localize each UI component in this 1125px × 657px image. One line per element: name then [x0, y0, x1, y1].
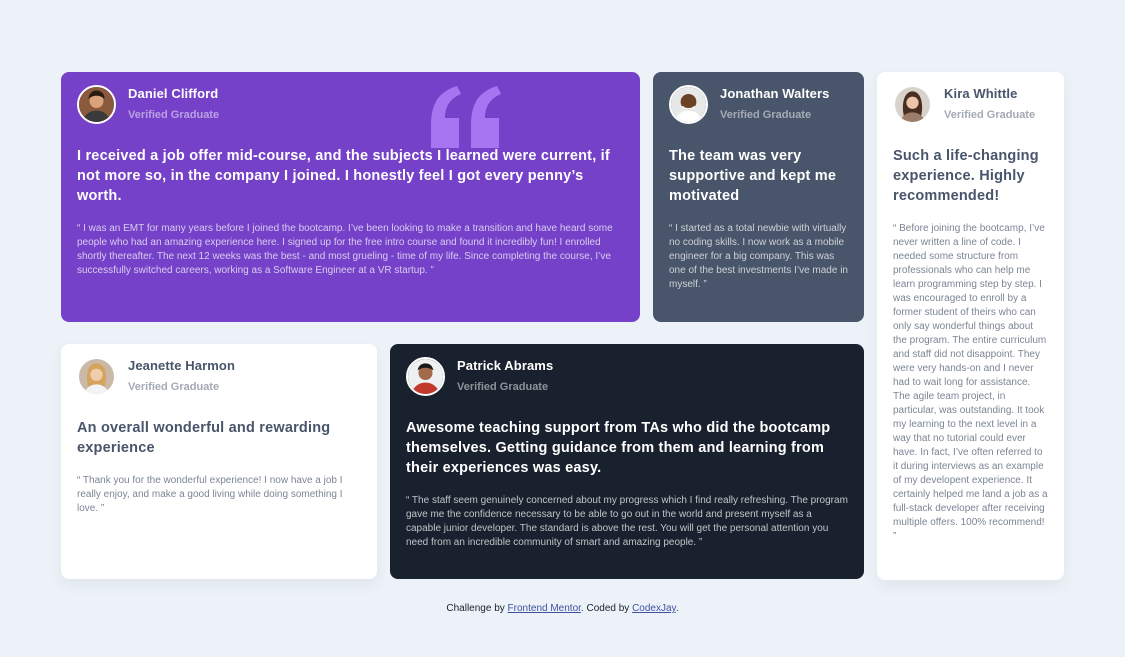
- testimonial-card-kira: Kira Whittle Verified Graduate Such a li…: [877, 72, 1064, 580]
- person-name: Jeanette Harmon: [128, 358, 235, 373]
- testimonial-headline: The team was very supportive and kept me…: [669, 148, 837, 204]
- person-title: Verified Graduate: [128, 381, 220, 393]
- person-name: Daniel Clifford: [128, 86, 219, 101]
- avatar-daniel-icon: [77, 85, 116, 124]
- attribution-footer: Challenge by Frontend Mentor. Coded by C…: [0, 603, 1125, 614]
- person-name: Kira Whittle: [944, 86, 1018, 101]
- testimonial-quote: “ I started as a total newbie with virtu…: [669, 223, 848, 290]
- card-header: Jeanette Harmon Verified Graduate: [77, 357, 361, 396]
- attribution-prefix: Challenge by: [446, 603, 508, 614]
- testimonial-card-jeanette: Jeanette Harmon Verified Graduate An ove…: [61, 344, 377, 579]
- card-header: Kira Whittle Verified Graduate: [893, 85, 1048, 124]
- testimonial-headline: I received a job offer mid-course, and t…: [77, 148, 610, 204]
- testimonial-card-daniel: Daniel Clifford Verified Graduate I rece…: [61, 72, 640, 322]
- person-name: Jonathan Walters: [720, 86, 830, 101]
- testimonial-headline: Such a life-changing experience. Highly …: [893, 148, 1039, 204]
- testimonial-quote: “ I was an EMT for many years before I j…: [77, 223, 613, 276]
- testimonial-quote: “ Before joining the bootcamp, I’ve neve…: [893, 223, 1048, 542]
- testimonial-card-patrick: Patrick Abrams Verified Graduate Awesome…: [390, 344, 864, 579]
- person-title: Verified Graduate: [720, 109, 812, 121]
- card-header: Patrick Abrams Verified Graduate: [406, 357, 848, 396]
- testimonial-quote: “ The staff seem genuinely concerned abo…: [406, 495, 848, 548]
- testimonial-card-jonathan: Jonathan Walters Verified Graduate The t…: [653, 72, 864, 322]
- avatar-patrick-icon: [406, 357, 445, 396]
- person-name: Patrick Abrams: [457, 358, 554, 373]
- attribution-suffix: .: [675, 603, 679, 614]
- testimonial-headline: Awesome teaching support from TAs who di…: [406, 420, 831, 476]
- author-link[interactable]: CodexJay: [632, 603, 676, 614]
- avatar-jonathan-icon: [669, 85, 708, 124]
- testimonial-headline: An overall wonderful and rewarding exper…: [77, 420, 331, 456]
- frontend-mentor-link[interactable]: Frontend Mentor: [508, 603, 581, 614]
- attribution-middle: . Coded by: [580, 603, 633, 614]
- avatar-jeanette-icon: [77, 357, 116, 396]
- testimonial-quote: “ Thank you for the wonderful experience…: [77, 475, 343, 514]
- card-header: Jonathan Walters Verified Graduate: [669, 85, 848, 124]
- person-title: Verified Graduate: [128, 109, 220, 121]
- avatar-kira-icon: [893, 85, 932, 124]
- card-header: Daniel Clifford Verified Graduate: [77, 85, 624, 124]
- person-title: Verified Graduate: [457, 381, 549, 393]
- person-title: Verified Graduate: [944, 109, 1036, 121]
